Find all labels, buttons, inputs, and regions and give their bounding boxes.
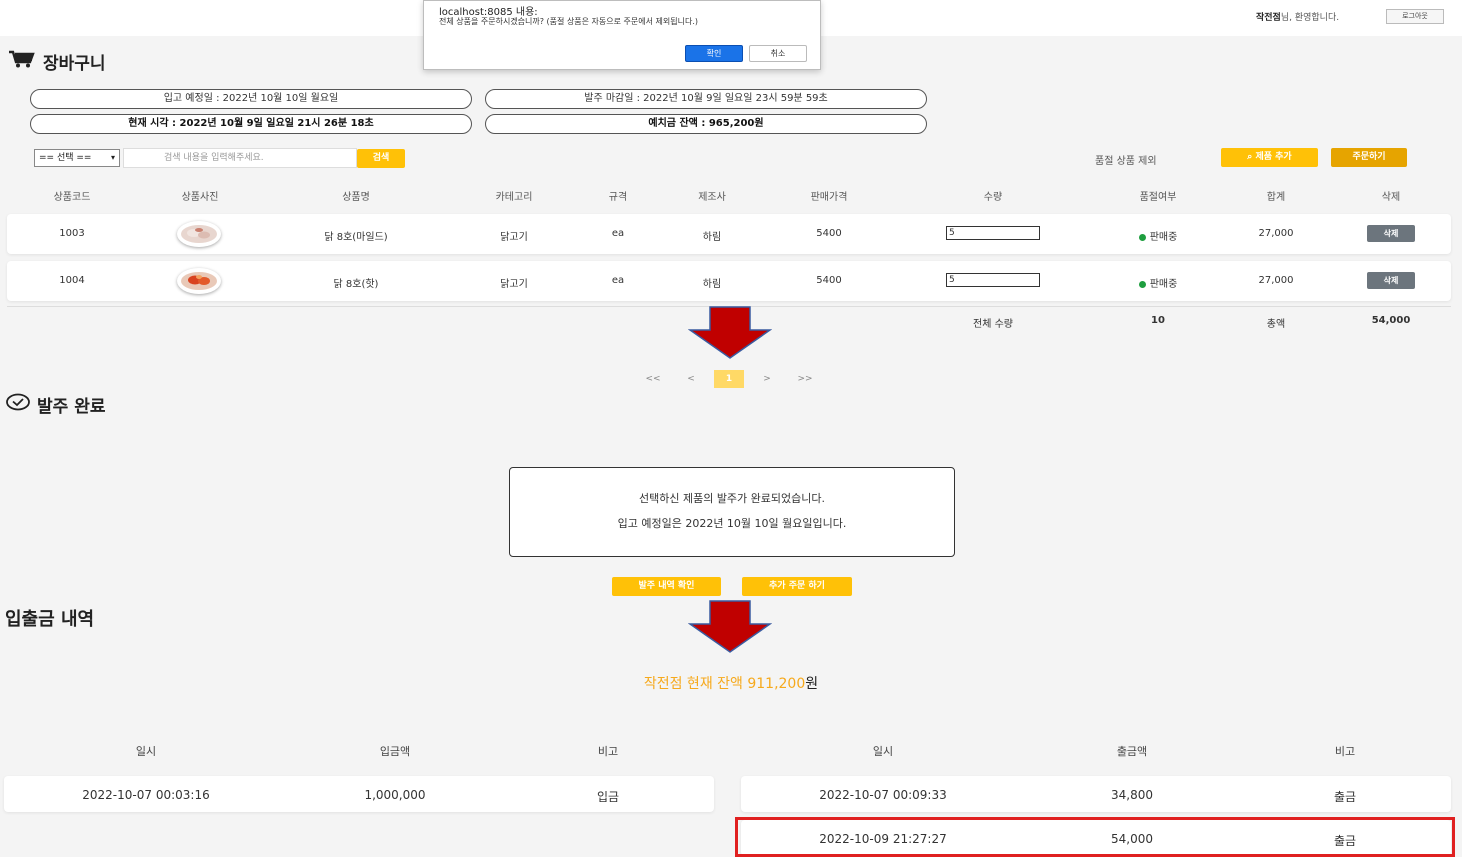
withdraw-amount: 34,800: [1111, 788, 1153, 802]
summary-amount-value: 54,000: [1371, 315, 1411, 326]
product-image: [177, 221, 221, 247]
row-status-label: 판매중: [1149, 232, 1178, 243]
row-code: 1003: [59, 228, 85, 239]
order-complete-notice: 선택하신 제품의 발주가 완료되었습니다. 입고 예정일은 2022년 10월 …: [509, 467, 955, 557]
row-total: 27,000: [1258, 275, 1294, 286]
col-header-price: 판매가격: [810, 192, 848, 203]
deposit-date: 2022-10-07 00:03:16: [82, 788, 210, 802]
row-status: 판매중: [1118, 275, 1198, 290]
row-status: 판매중: [1118, 228, 1198, 243]
row-name: 닭 8호(마일드): [324, 232, 388, 243]
row-status-label: 판매중: [1149, 279, 1178, 290]
check-circle-icon: [6, 393, 30, 415]
notice-line-2: 입고 예정일은 2022년 10월 10일 월요일입니다.: [617, 517, 847, 530]
deposit-col-amount: 입금액: [379, 745, 411, 758]
withdraw-date: 2022-10-07 00:09:33: [819, 788, 947, 802]
col-header-photo: 상품사진: [181, 192, 219, 203]
delete-button[interactable]: 삭제: [1367, 225, 1415, 242]
order-button[interactable]: 주문하기: [1331, 148, 1407, 167]
summary-amount-label: 총액: [1266, 319, 1286, 330]
search-category-select[interactable]: == 선택 == ▾: [34, 149, 120, 167]
additional-order-button[interactable]: 추가 주문 하기: [742, 577, 852, 596]
welcome-suffix: 님, 환영합니다.: [1280, 13, 1340, 23]
col-header-delete: 삭제: [1381, 192, 1401, 203]
row-maker: 하림: [702, 232, 722, 243]
welcome-text: 작전점님, 환영합니다.: [1256, 10, 1339, 23]
current-balance: 작전점 현재 잔액 911,200원: [0, 673, 1462, 693]
page-next-button[interactable]: >: [752, 370, 782, 388]
ledger-title: 입출금 내역: [5, 609, 95, 630]
highlight-box: [735, 817, 1455, 857]
deposit-note: 입금: [596, 790, 620, 804]
row-maker: 하림: [702, 279, 722, 290]
row-code: 1004: [59, 275, 85, 286]
logout-button[interactable]: 로그아웃: [1386, 9, 1444, 24]
down-arrow-icon: [687, 600, 773, 658]
dialog-ok-button[interactable]: 확인: [685, 45, 743, 62]
search-input[interactable]: 검색 내용을 입력해주세요.: [123, 148, 357, 168]
product-image: [177, 268, 221, 294]
search-button[interactable]: 검색: [357, 149, 405, 168]
arrival-date-pill: 입고 예정일 : 2022년 10월 10일 월요일: [30, 89, 472, 109]
search-icon: ⌕: [1247, 152, 1253, 162]
add-product-label: 제품 추가: [1255, 152, 1292, 162]
row-spec: ea: [611, 228, 625, 239]
row-spec: ea: [611, 275, 625, 286]
user-name: 작전점: [1256, 13, 1281, 23]
summary-qty-value: 10: [1151, 315, 1165, 326]
current-time-pill: 현재 시각 : 2022년 10월 9일 일요일 21시 26분 18초: [30, 114, 472, 134]
notice-line-1: 선택하신 제품의 발주가 완료되었습니다.: [638, 492, 826, 505]
quantity-input[interactable]: 5: [946, 273, 1040, 287]
balance-unit: 원: [805, 676, 819, 692]
deposit-col-note: 비고: [597, 745, 619, 758]
down-arrow-icon: [687, 306, 773, 364]
col-header-total: 합계: [1266, 192, 1286, 203]
confirm-dialog: localhost:8085 내용: 전체 상품을 주문하시겠습니까? (품절 …: [423, 0, 821, 70]
deposit-balance-pill: 예치금 잔액 : 965,200원: [485, 114, 927, 134]
col-header-spec: 규격: [608, 192, 628, 203]
dialog-title: localhost:8085 내용:: [439, 7, 538, 18]
page-last-button[interactable]: >>: [788, 370, 822, 388]
row-total: 27,000: [1258, 228, 1294, 239]
dialog-message: 전체 상품을 주문하시겠습니까? (품절 상품은 자동으로 주문에서 제외됩니다…: [439, 17, 698, 26]
select-value: == 선택 ==: [39, 153, 92, 163]
row-price: 5400: [816, 228, 842, 239]
summary-qty-label: 전체 수량: [973, 319, 1013, 330]
page-prev-button[interactable]: <: [676, 370, 706, 388]
withdraw-col-note: 비고: [1334, 745, 1356, 758]
col-header-name: 상품명: [342, 192, 370, 203]
withdraw-note: 출금: [1333, 790, 1357, 804]
col-header-status: 품절여부: [1139, 192, 1177, 203]
delete-button[interactable]: 삭제: [1367, 272, 1415, 289]
exclude-soldout-toggle[interactable]: 품절 상품 제외: [1095, 152, 1157, 167]
deadline-pill: 발주 마감일 : 2022년 10월 9일 일요일 23시 59분 59초: [485, 89, 927, 109]
page-first-button[interactable]: <<: [636, 370, 670, 388]
row-name: 닭 8호(핫): [333, 279, 379, 290]
col-header-code: 상품코드: [53, 192, 91, 203]
dialog-cancel-button[interactable]: 취소: [749, 45, 807, 62]
cart-icon: [8, 50, 36, 72]
order-history-button[interactable]: 발주 내역 확인: [612, 577, 721, 596]
order-complete-title: 발주 완료: [37, 397, 106, 417]
balance-text: 작전점 현재 잔액 911,200: [643, 676, 806, 692]
deposit-col-date: 일시: [135, 745, 157, 758]
quantity-input[interactable]: 5: [946, 226, 1040, 240]
status-dot-icon: [1138, 233, 1146, 241]
cart-title: 장바구니: [43, 54, 106, 74]
chevron-down-icon: ▾: [110, 153, 115, 162]
withdraw-col-date: 일시: [872, 745, 894, 758]
row-price: 5400: [816, 275, 842, 286]
col-header-category: 카테고리: [495, 192, 533, 203]
add-product-button[interactable]: ⌕ 제품 추가: [1221, 148, 1318, 167]
status-dot-icon: [1138, 280, 1146, 288]
withdraw-col-amount: 출금액: [1116, 745, 1148, 758]
row-category: 닭고기: [500, 279, 528, 290]
deposit-amount: 1,000,000: [364, 788, 426, 802]
page-1-button[interactable]: 1: [714, 370, 744, 388]
row-category: 닭고기: [500, 232, 528, 243]
col-header-qty: 수량: [983, 192, 1003, 203]
col-header-maker: 제조사: [698, 192, 726, 203]
